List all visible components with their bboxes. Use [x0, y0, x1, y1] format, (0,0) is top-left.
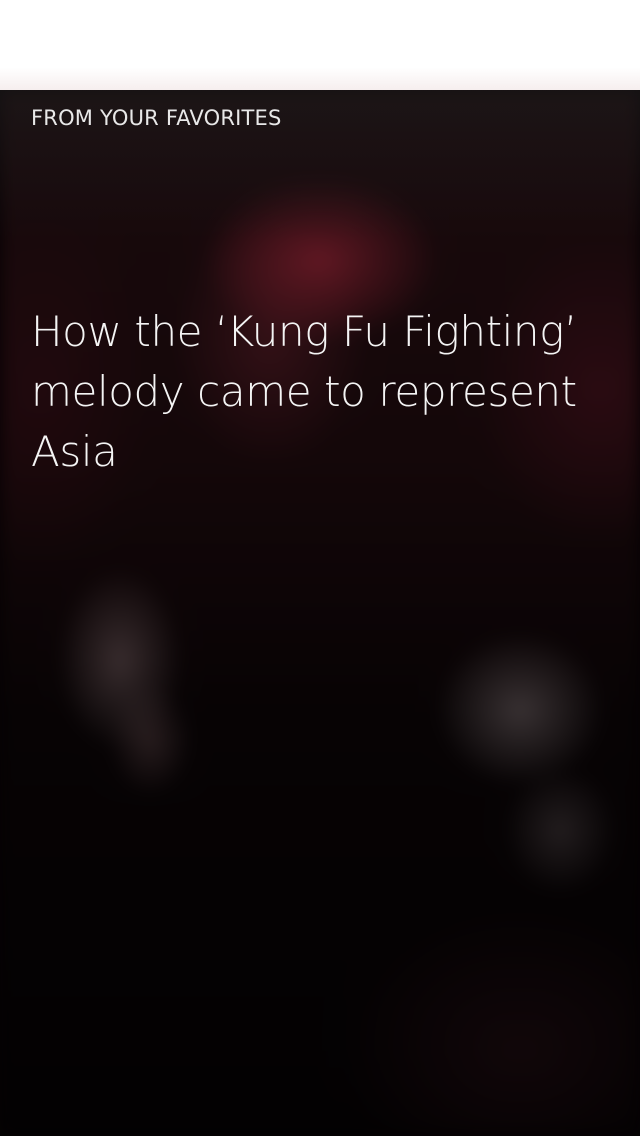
- top-bar: [0, 0, 640, 90]
- background-photo: [0, 90, 640, 1136]
- section-label: FROM YOUR FAVORITES: [31, 106, 282, 130]
- story-card[interactable]: FROM YOUR FAVORITES How the ‘Kung Fu Fig…: [0, 90, 640, 1136]
- article-headline[interactable]: How the ‘Kung Fu Fighting’ melody came t…: [31, 302, 611, 482]
